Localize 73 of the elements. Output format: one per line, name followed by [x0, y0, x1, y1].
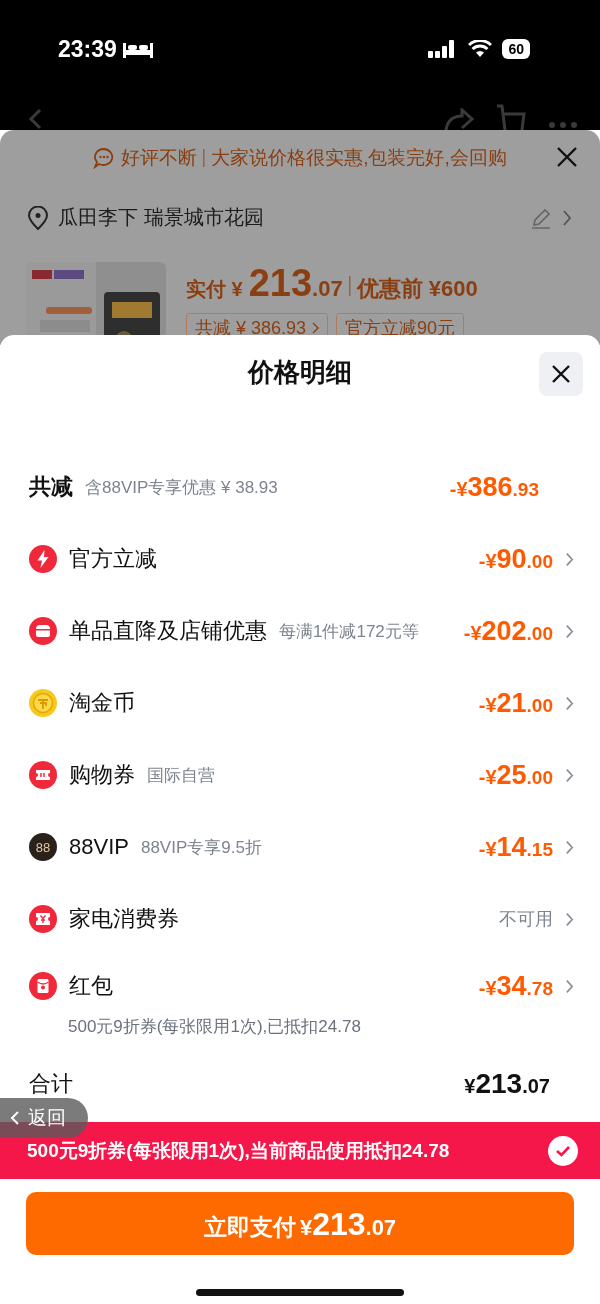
chevron-right-icon: [565, 623, 574, 639]
amount-text: -¥34.78: [478, 970, 553, 1002]
cart-icon[interactable]: [496, 104, 526, 130]
share-icon[interactable]: [444, 108, 474, 130]
discount-row[interactable]: 淘金币 -¥21.00: [0, 667, 600, 739]
review-title: 好评不断: [121, 145, 198, 170]
paid-price: 213.07: [248, 262, 343, 305]
divider: [203, 148, 206, 167]
status-text: 不可用: [499, 908, 553, 931]
amount-text: -¥25.00: [478, 759, 553, 791]
vip-badge: 88: [29, 833, 57, 861]
close-icon[interactable]: [556, 146, 578, 168]
row-label: 家电消费券: [69, 905, 179, 933]
row-label: 单品直降及店铺优惠: [69, 617, 267, 645]
clock-time: 23:39: [58, 35, 117, 63]
amount-text: -¥202.00: [463, 615, 553, 647]
chevron-right-icon: [565, 695, 574, 711]
chevron-right-icon[interactable]: [562, 208, 572, 227]
pencil-icon[interactable]: [530, 206, 552, 229]
row-label: 共减: [29, 473, 73, 501]
discount-row[interactable]: 单品直降及店铺优惠 每满1件减172元等 -¥202.00: [0, 595, 600, 667]
amount-text: -¥90.00: [478, 543, 553, 575]
coupon-text: 500元9折券(每张限用1次),当前商品使用抵扣24.78: [27, 1138, 450, 1163]
paid-label: 实付 ¥: [186, 277, 243, 302]
discount-row[interactable]: 官方立减 -¥90.00: [0, 523, 600, 595]
total-label: 合计: [29, 1070, 73, 1098]
review-text: 大家说价格很实惠,包装完好,会回购: [211, 145, 507, 170]
row-note: 每满1件减172元等: [279, 620, 419, 643]
location-pin-icon: [28, 205, 48, 230]
row-label: 官方立减: [69, 545, 157, 573]
coin-icon: [29, 689, 57, 717]
voucher-icon: [29, 905, 57, 933]
chevron-right-icon: [565, 551, 574, 567]
row-note: 含88VIP专享优惠 ¥ 38.93: [85, 476, 278, 499]
discount-row[interactable]: 88 88VIP 88VIP专享9.5折 -¥14.15: [0, 811, 600, 883]
envelope-icon: [29, 972, 57, 1000]
chevron-left-icon: [10, 1110, 20, 1126]
close-button[interactable]: [539, 352, 583, 396]
amount-text: -¥21.00: [478, 687, 553, 719]
bed-icon: [122, 40, 153, 58]
row-label: 购物券: [69, 761, 135, 789]
discount-row[interactable]: 红包 -¥34.78: [0, 955, 600, 1017]
amount-text: -¥386.93: [449, 471, 539, 503]
wifi-icon: [468, 40, 493, 58]
row-label: 淘金币: [69, 689, 135, 717]
close-icon: [551, 364, 571, 384]
chevron-right-icon: [565, 839, 574, 855]
chevron-right-icon: [312, 322, 320, 334]
row-note: 88VIP专享9.5折: [140, 836, 262, 859]
discount-row[interactable]: 家电消费券 不可用: [0, 883, 600, 955]
back-button[interactable]: 返回: [0, 1098, 88, 1138]
battery-icon: 60: [502, 39, 530, 59]
chevron-right-icon: [565, 978, 574, 994]
more-icon[interactable]: [548, 120, 578, 130]
store-icon: [29, 617, 57, 645]
chevron-right-icon: [565, 911, 574, 927]
divider: [348, 276, 351, 296]
row-detail: 500元9折券(每张限用1次),已抵扣24.78: [67, 1017, 362, 1037]
address-text: 瓜田李下 瑞景城市花园: [58, 205, 264, 230]
row-note: 国际自营: [147, 764, 215, 787]
row-label: 88VIP: [69, 834, 129, 860]
chat-bubble-icon: [93, 146, 116, 169]
amount-text: -¥14.15: [478, 831, 553, 863]
back-icon[interactable]: [28, 108, 42, 130]
original-price: 优惠前 ¥600: [356, 275, 478, 303]
ticket-icon: [29, 761, 57, 789]
chevron-right-icon: [565, 767, 574, 783]
amount-text: ¥213.07: [464, 1068, 550, 1100]
row-label: 红包: [69, 972, 113, 1000]
checkbox[interactable]: [548, 1135, 578, 1166]
sheet-title: 价格明细: [248, 356, 352, 389]
lightning-icon: [29, 545, 57, 573]
discount-row[interactable]: 购物券 国际自营 -¥25.00: [0, 739, 600, 811]
